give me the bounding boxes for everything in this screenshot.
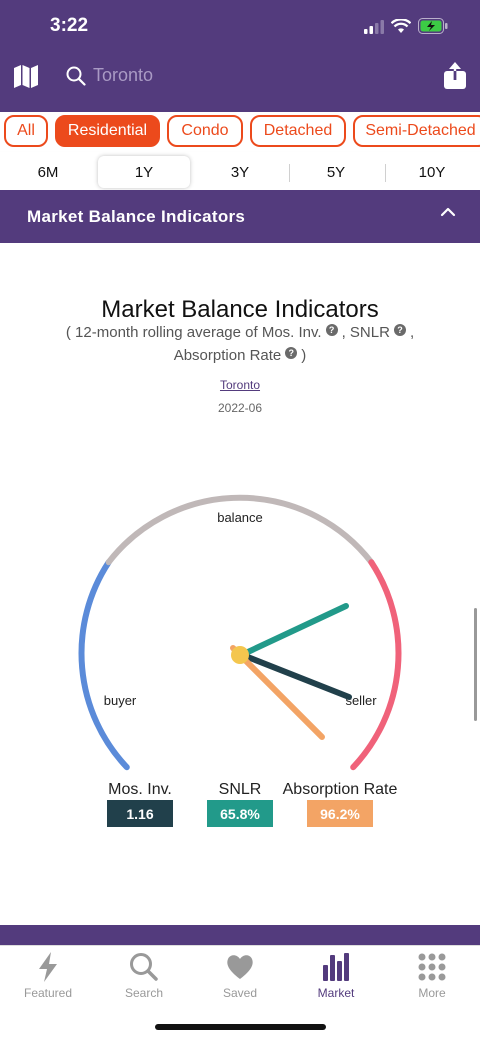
- tab-saved[interactable]: Saved: [192, 946, 288, 1006]
- scrollbar[interactable]: [474, 608, 477, 721]
- subtitle-text: Absorption Rate: [173, 347, 282, 364]
- needle-snlr: [232, 603, 349, 661]
- chart-subtitle-line2: Absorption Rate?): [0, 347, 480, 364]
- tab-market[interactable]: Market: [288, 946, 384, 1006]
- tab-label: Featured: [23, 986, 73, 1000]
- market-balance-gauge: balance buyer seller: [78, 494, 402, 771]
- tab-label: Saved: [222, 986, 258, 1000]
- chart-title: Market Balance Indicators: [101, 296, 379, 323]
- tab-featured[interactable]: Featured: [0, 946, 96, 1006]
- subtitle-text: ,: [409, 324, 415, 341]
- cell-signal-icon: [364, 20, 384, 34]
- needle-mos-inv: [232, 649, 352, 700]
- top-bar: Toronto: [0, 50, 480, 112]
- tab-more[interactable]: More: [384, 946, 480, 1006]
- battery-icon: [418, 18, 448, 34]
- metric-value-mos-inv: 1.16: [107, 800, 173, 827]
- bolt-icon: [39, 952, 57, 982]
- chip-all[interactable]: All: [4, 115, 48, 147]
- map-icon[interactable]: [12, 62, 40, 90]
- period-6m[interactable]: 6M: [2, 156, 94, 188]
- metric-label-absorption: Absorption Rate: [282, 781, 398, 798]
- status-bar: 3:22: [0, 0, 480, 50]
- help-icon[interactable]: ?: [325, 324, 338, 336]
- gauge-zone-seller: [350, 559, 402, 771]
- search-icon: [66, 66, 86, 86]
- chart-subtitle: ( 12-month rolling average of Mos. Inv.?…: [0, 324, 480, 341]
- period-5y[interactable]: 5Y: [290, 156, 382, 188]
- heart-icon: [227, 955, 253, 979]
- metric-value-absorption: 96.2%: [307, 800, 373, 827]
- subtitle-text: ( 12-month rolling average of Mos. Inv.: [65, 324, 322, 341]
- grid-dots-icon: [418, 953, 446, 981]
- chart-date: 2022-06: [217, 401, 263, 415]
- chip-detached[interactable]: Detached: [250, 115, 346, 147]
- period-10y[interactable]: 10Y: [386, 156, 478, 188]
- subtitle-text: , SNLR: [341, 324, 390, 341]
- section-title: Market Balance Indicators: [27, 207, 246, 226]
- chip-condo[interactable]: Condo: [167, 115, 243, 147]
- bar-chart-icon: [323, 953, 349, 981]
- gauge-zone-balance: [105, 494, 375, 566]
- tab-label: Market: [317, 986, 355, 1000]
- search-placeholder: Toronto: [93, 65, 154, 85]
- tab-label: Search: [124, 986, 164, 1000]
- wifi-icon: [391, 19, 411, 33]
- chip-residential[interactable]: Residential: [55, 115, 160, 147]
- region-link[interactable]: Toronto: [0, 378, 480, 392]
- subtitle-text: ): [301, 347, 307, 364]
- share-icon[interactable]: [442, 62, 468, 90]
- zone-label-balance: balance: [217, 510, 263, 525]
- section-header[interactable]: Market Balance Indicators: [0, 190, 480, 243]
- help-icon[interactable]: ?: [393, 324, 406, 336]
- tab-label: More: [418, 986, 446, 1000]
- chevron-up-icon[interactable]: [440, 206, 456, 218]
- chip-semi-detached[interactable]: Semi-Detached: [353, 115, 480, 147]
- gauge-zone-buyer: [78, 559, 130, 771]
- magnifier-icon: [130, 953, 158, 981]
- help-icon[interactable]: ?: [285, 347, 298, 359]
- period-3y[interactable]: 3Y: [194, 156, 286, 188]
- needle-pivot: [231, 646, 249, 664]
- property-type-chips: All Residential Condo Detached Semi-Deta…: [0, 112, 480, 152]
- home-indicator: [155, 1024, 326, 1030]
- zone-label-buyer: buyer: [104, 693, 137, 708]
- next-section-header: [0, 925, 480, 945]
- metric-label-mos-inv: Mos. Inv.: [108, 781, 172, 798]
- metric-value-snlr: 65.8%: [207, 800, 273, 827]
- period-selector: 6M 1Y 3Y 5Y 10Y: [0, 152, 480, 190]
- search-input[interactable]: Toronto: [60, 56, 420, 96]
- period-1y[interactable]: 1Y: [98, 156, 190, 188]
- tab-search[interactable]: Search: [96, 946, 192, 1006]
- status-time: 3:22: [50, 15, 89, 36]
